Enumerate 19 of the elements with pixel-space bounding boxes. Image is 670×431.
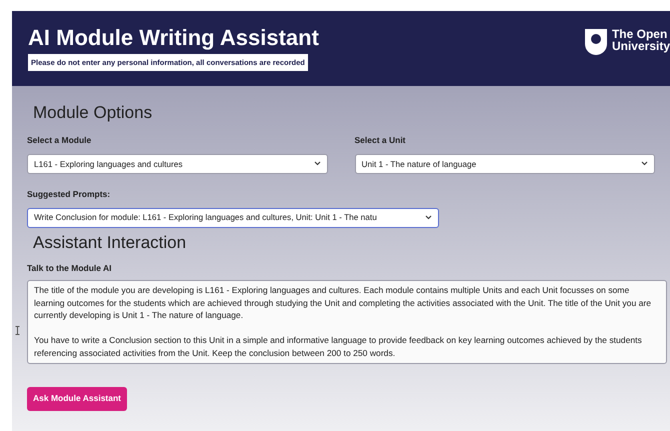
app-title: AI Module Writing Assistant [28, 25, 319, 51]
text-cursor-icon [15, 326, 20, 335]
field-label: Select a Unit [354, 134, 407, 147]
prompt-select[interactable]: Write Conclusion for module: L161 - Exploring languages and cultures, Unit: Unit 1 - The natu [27, 208, 439, 228]
dropdown-select[interactable]: L161 - Exploring languages and cultures [27, 154, 328, 174]
logo-text: University [612, 40, 670, 52]
chevron-down-icon [641, 161, 648, 166]
section-heading: Module Options [33, 103, 154, 123]
shield-logo-icon [584, 28, 608, 58]
ask-assistant-button[interactable]: Ask Module Assistant [27, 386, 128, 411]
field-label: Suggested Prompts: [27, 188, 112, 200]
chevron-down-icon [425, 215, 432, 220]
section-heading: Assistant Interaction [33, 232, 188, 252]
field-label: Talk to the Module AI [27, 262, 113, 274]
logo-text: The Open [612, 28, 668, 40]
field-label: Select a Module [27, 134, 92, 147]
chevron-down-icon [314, 161, 320, 166]
message-textarea[interactable]: The title of the module you are developing is L161 - Exploring languages and cultures. Each module contains multiple Units and each Unit focusses on some learning outcomes for the students which are achieved through studying the Unit and completing the activities associated with the Unit. The title of the Unit you are currently developing is Unit 1 - The nature of language. You have to write a Conclusion section to this Unit in a simple and informative language to provide feedback on key learning outcomes achieved by the students referencing associated activities from the Unit. Keep the conclusion between 200 to 250 words. [27, 280, 667, 364]
dropdown-select[interactable]: Unit 1 - The nature of language [354, 154, 655, 174]
